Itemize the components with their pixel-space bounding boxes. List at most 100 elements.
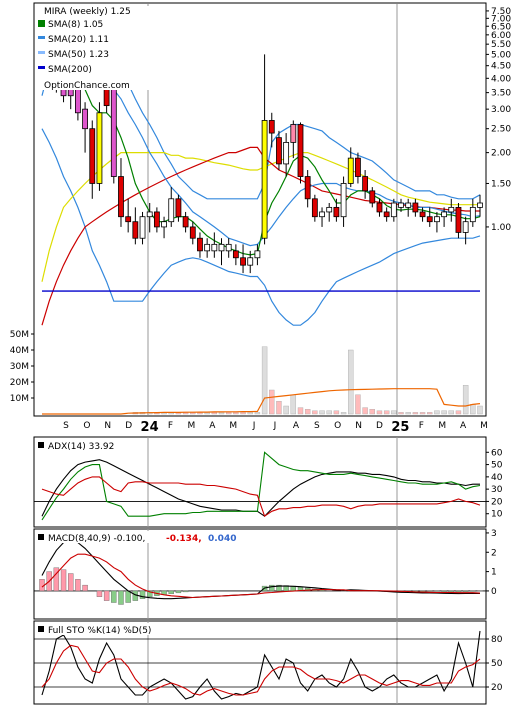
candle-body <box>226 244 231 250</box>
candle-body <box>478 203 483 207</box>
volume-bar <box>248 412 253 414</box>
volume-bar <box>226 412 231 414</box>
candle-body <box>384 212 389 217</box>
volume-bar <box>305 409 310 414</box>
legend-box <box>38 6 150 90</box>
volume-bar <box>320 411 325 414</box>
candle-body <box>312 199 317 217</box>
volume-bar <box>355 395 360 414</box>
volume-bar <box>212 412 217 414</box>
candle-body <box>212 244 217 250</box>
volume-bar <box>219 412 224 414</box>
x-axis-label: M <box>229 421 237 431</box>
candle-body <box>176 199 181 217</box>
x-axis-label: J <box>273 421 277 431</box>
candle-body <box>154 212 159 227</box>
candle-body <box>255 251 260 258</box>
candle-body <box>97 113 102 184</box>
candle-body <box>183 217 188 227</box>
volume-bar <box>363 408 368 414</box>
macd-signal-value: 0.040 <box>208 534 236 544</box>
macd-histogram-bar <box>126 591 131 603</box>
adx-tick-label: 60 <box>491 448 503 458</box>
x-axis-label: F <box>419 421 424 431</box>
price-tick-label: 5.50 <box>491 40 511 50</box>
candle-body <box>133 222 138 239</box>
candle-body <box>291 124 296 142</box>
x-axis-label: 25 <box>391 420 409 435</box>
legend-label-sma20: SMA(20) 1.11 <box>48 35 109 45</box>
stock-chart: 7.507.006.506.005.505.004.504.003.503.00… <box>0 0 526 706</box>
watermark: OptionChance.com <box>44 81 130 91</box>
chart-canvas: 7.507.006.506.005.505.004.504.003.503.00… <box>0 0 526 706</box>
macd-tick-label: 0 <box>491 587 497 597</box>
candle-body <box>248 258 253 265</box>
macd-histogram-bar <box>470 591 475 592</box>
candle-body <box>334 207 339 216</box>
candle-body <box>456 207 461 232</box>
macd-histogram-bar <box>97 591 102 597</box>
candle-body <box>118 177 123 217</box>
candle-body <box>427 217 432 222</box>
macd-tick-label: 3 <box>491 529 497 539</box>
x-axis-label: M <box>480 421 488 431</box>
candle-body <box>126 217 131 222</box>
candle-body <box>413 203 418 212</box>
price-tick-label: 1.50 <box>491 179 511 189</box>
volume-bar <box>276 401 281 414</box>
volume-bar <box>291 395 296 414</box>
adx-tick-label: 20 <box>491 497 503 507</box>
candle-body <box>219 244 224 250</box>
x-axis-label: M <box>188 421 196 431</box>
price-tick-label: 4.50 <box>491 62 511 72</box>
candle-body <box>463 222 468 233</box>
candle-body <box>406 203 411 207</box>
legend-swatch-sma8 <box>38 20 45 27</box>
macd-histogram-bar <box>176 591 181 593</box>
volume-tick-label: 40M <box>10 346 29 356</box>
candle-body <box>341 183 346 216</box>
candle-body <box>420 212 425 217</box>
candle-body <box>377 203 382 212</box>
candle-body <box>442 212 447 217</box>
candle-body <box>276 138 281 164</box>
legend-swatch-sma50 <box>38 51 45 54</box>
volume-bar <box>334 411 339 414</box>
volume-bar <box>420 412 425 414</box>
volume-bar <box>442 411 447 414</box>
macd-histogram-bar <box>183 591 188 592</box>
price-title: MIRA (weekly) 1.25 <box>44 7 131 17</box>
candle-body <box>355 158 360 176</box>
volume-bar <box>470 404 475 414</box>
legend-label-sma200: SMA(200) <box>48 65 92 75</box>
volume-bar <box>312 411 317 414</box>
price-tick-label: 5.00 <box>491 50 511 60</box>
price-tick-label: 2.50 <box>491 125 511 135</box>
candle-body <box>370 191 375 203</box>
candle-body <box>434 217 439 222</box>
volume-tick-label: 30M <box>10 362 29 372</box>
candle-body <box>391 203 396 217</box>
volume-bar <box>341 412 346 414</box>
legend-label-sma50: SMA(50) 1.23 <box>48 50 109 60</box>
macd-histogram-bar <box>140 591 145 599</box>
volume-bar <box>298 408 303 414</box>
adx-tick-label: 10 <box>491 510 503 520</box>
macd-tick-label: 2 <box>491 548 497 558</box>
candle-body <box>305 177 310 199</box>
sto-title: Full STO %K(14) %D(5) <box>48 626 151 636</box>
volume-bar <box>391 411 396 414</box>
candle-body <box>399 203 404 207</box>
x-axis-label: O <box>334 421 341 431</box>
volume-bar <box>241 412 246 414</box>
x-axis-label: O <box>83 421 90 431</box>
x-axis-label: F <box>168 421 173 431</box>
sto-tick-label: 50 <box>491 659 503 669</box>
macd-title: MACD(8,40,9) -0.100, <box>48 534 145 544</box>
x-axis-label: D <box>125 421 132 431</box>
candle-body <box>327 207 332 212</box>
volume-bar <box>377 411 382 414</box>
macd-histogram-bar <box>434 591 439 592</box>
adx-tick-label: 30 <box>491 485 503 495</box>
candle-body <box>197 238 202 251</box>
